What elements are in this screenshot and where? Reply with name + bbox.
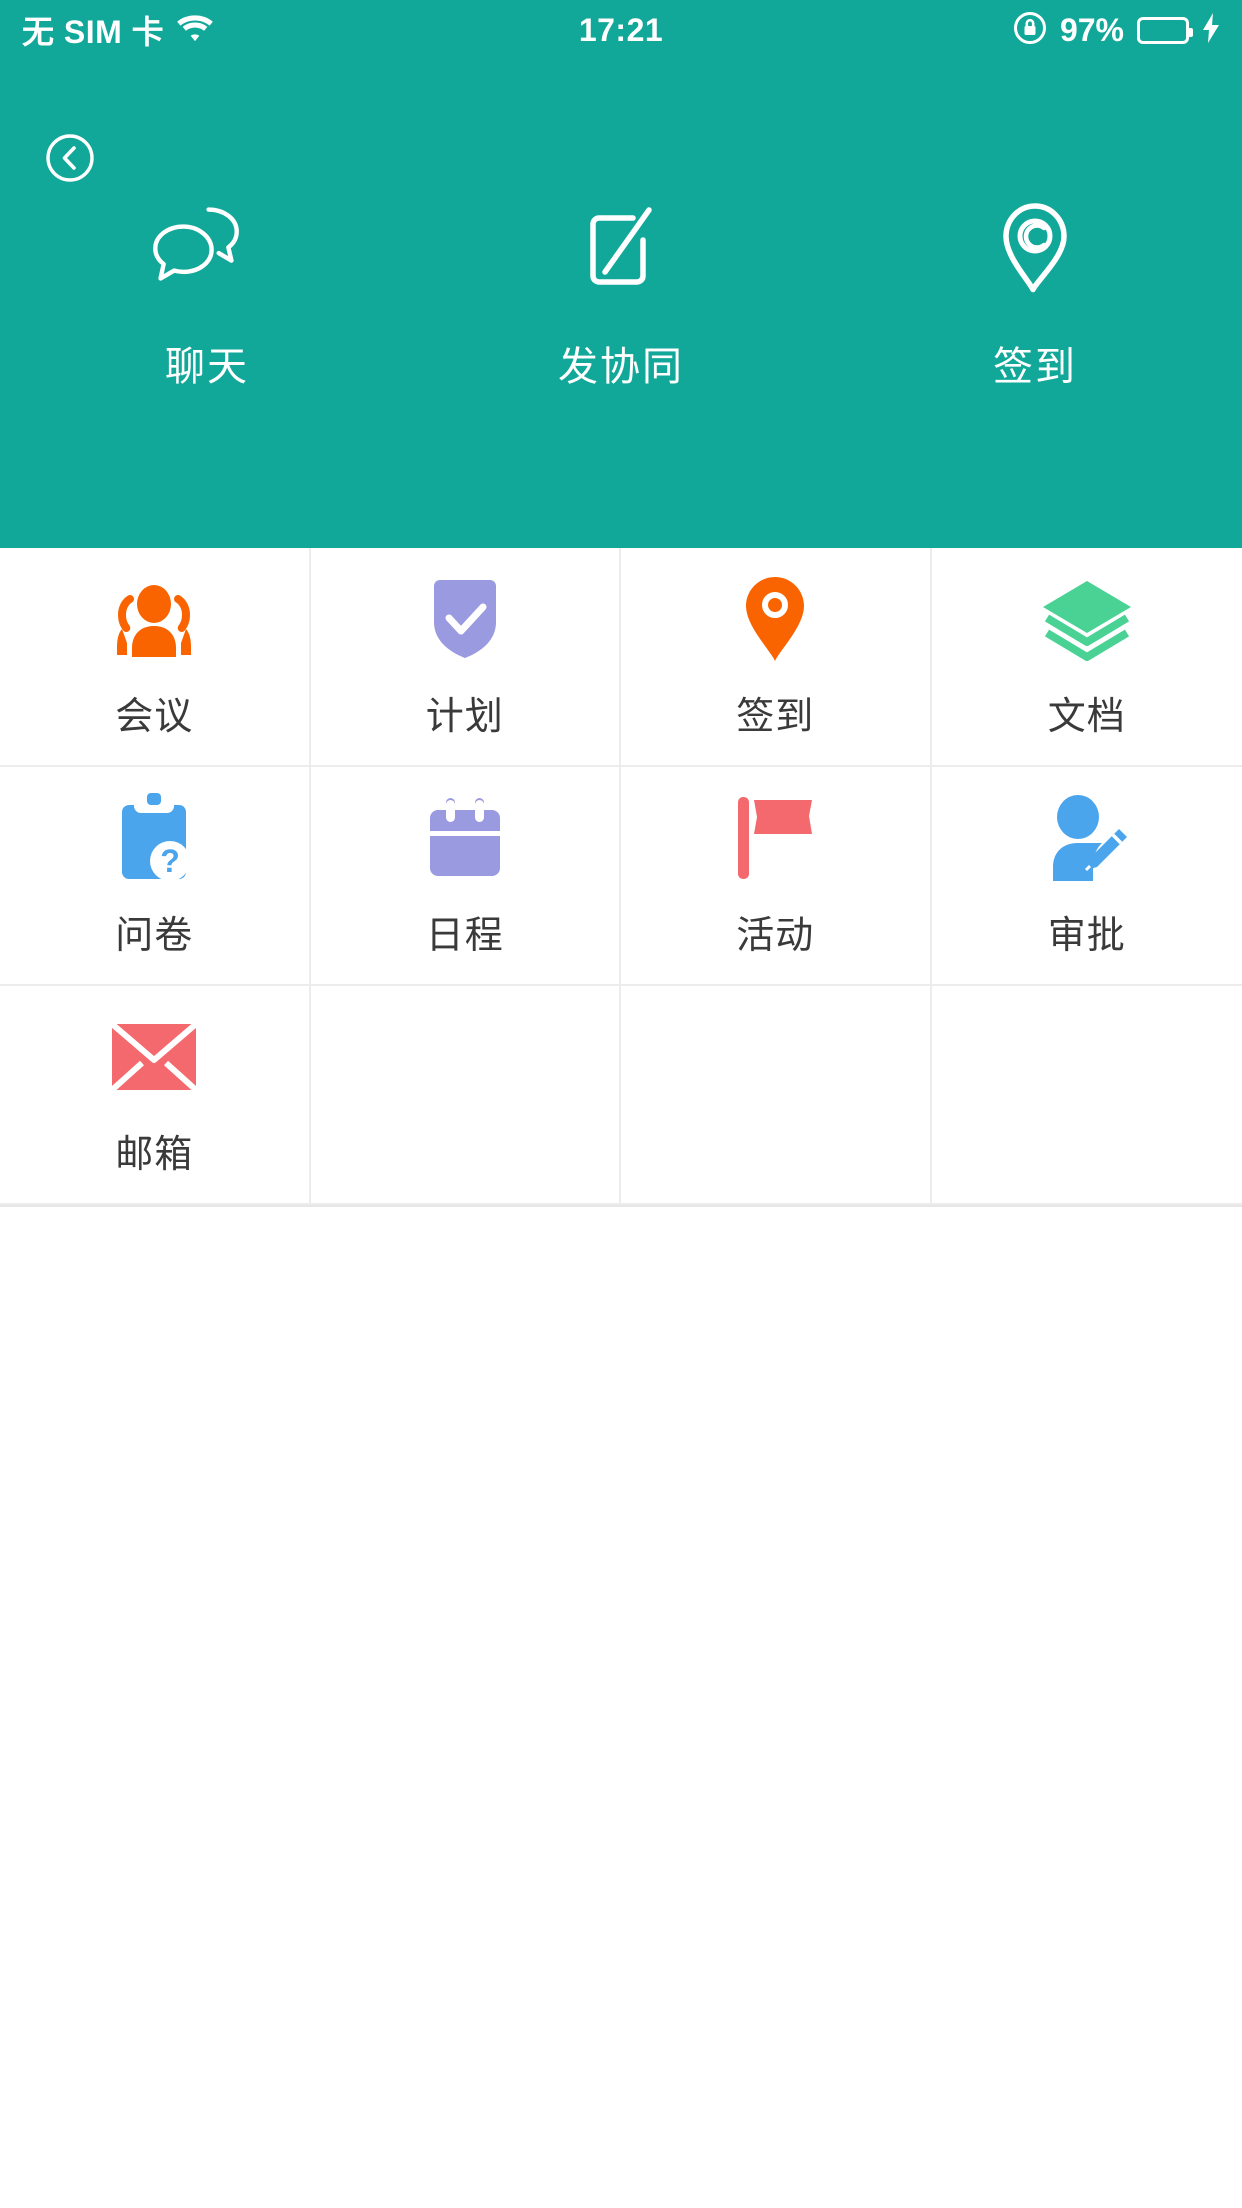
app-cell-activity[interactable]: 活动 (621, 767, 932, 986)
app-cell-documents[interactable]: 文档 (931, 548, 1242, 767)
location-pin-solid-icon (738, 573, 812, 665)
shield-check-icon (426, 573, 504, 665)
app-cell-meeting[interactable]: 会议 (0, 548, 311, 767)
app-cell-survey[interactable]: ? 问卷 (0, 767, 311, 986)
calendar-icon (424, 792, 506, 884)
app-cell-checkin[interactable]: 签到 (621, 548, 932, 767)
quick-action-label: 发协同 (558, 345, 684, 389)
wifi-icon (177, 14, 213, 47)
svg-text:?: ? (160, 843, 180, 879)
app-label: 邮箱 (115, 1134, 194, 1176)
compose-note-icon (571, 200, 671, 300)
quick-action-chat[interactable]: 聊天 (0, 200, 414, 392)
layers-stack-icon (1039, 573, 1135, 665)
app-cell-approval[interactable]: 审批 (931, 767, 1242, 986)
app-cell-schedule[interactable]: 日程 (310, 767, 621, 986)
app-label: 会议 (115, 696, 194, 738)
app-label: 活动 (736, 915, 815, 957)
app-cell-plan[interactable]: 计划 (310, 548, 621, 767)
app-cell-empty (310, 986, 621, 1205)
app-label: 日程 (425, 915, 504, 957)
app-cell-mailbox[interactable]: 邮箱 (0, 986, 311, 1205)
status-bar-left: 无 SIM 卡 (22, 7, 579, 53)
group-people-icon (110, 573, 198, 665)
battery-icon (1137, 16, 1193, 44)
status-bar-right: 97% (663, 11, 1220, 50)
rotation-lock-icon (1013, 11, 1047, 50)
header-panel: 聊天 发协同 签到 (0, 60, 1242, 548)
quick-action-checkin[interactable]: 签到 (828, 200, 1242, 392)
app-label: 计划 (425, 696, 504, 738)
person-pencil-icon (1041, 792, 1133, 884)
chevron-left-circle-icon (46, 134, 94, 182)
carrier-label: 无 SIM 卡 (22, 14, 165, 50)
app-label: 问卷 (115, 915, 194, 957)
quick-action-bar: 聊天 发协同 签到 (0, 200, 1242, 392)
clipboard-question-icon: ? (112, 792, 196, 884)
app-cell-empty (621, 986, 932, 1205)
quick-action-label: 聊天 (165, 345, 249, 389)
battery-percent-label: 97% (1059, 11, 1124, 48)
app-grid: 会议 计划 签到 文档 ? 问卷 日程 活动 审批 邮箱 (0, 548, 1242, 1207)
location-pin-outline-icon (990, 200, 1080, 300)
chat-bubbles-icon (152, 200, 262, 300)
flag-icon (732, 792, 818, 884)
app-label: 签到 (736, 696, 815, 738)
quick-action-label: 签到 (993, 345, 1077, 389)
clock-label: 17:21 (578, 11, 664, 48)
app-label: 文档 (1047, 696, 1126, 738)
quick-action-compose[interactable]: 发协同 (414, 200, 828, 392)
envelope-icon (110, 1011, 199, 1103)
app-label: 审批 (1047, 915, 1126, 957)
app-cell-empty (931, 986, 1242, 1205)
charging-bolt-icon (1202, 12, 1220, 48)
back-button[interactable] (45, 133, 95, 183)
status-bar: 无 SIM 卡 17:21 97% (0, 0, 1242, 60)
